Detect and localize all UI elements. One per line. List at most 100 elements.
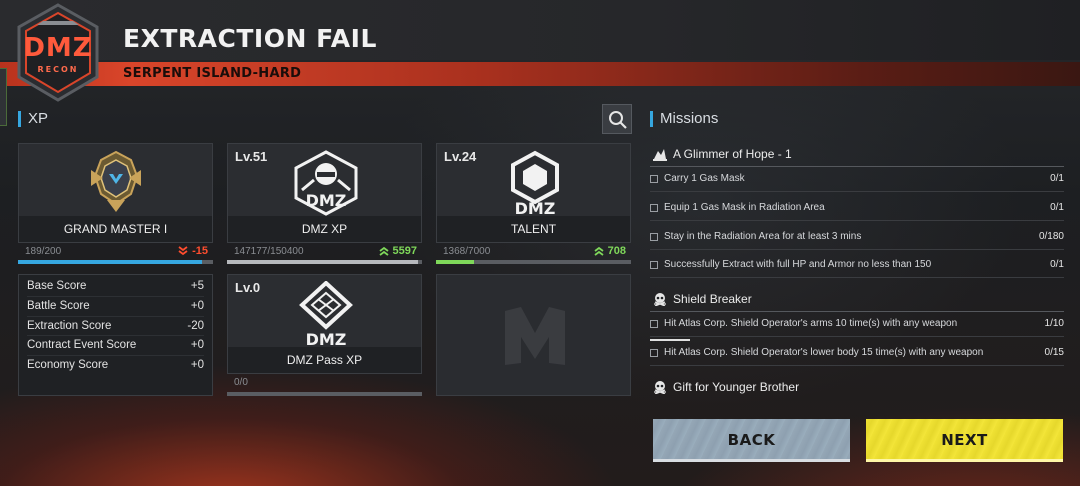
rank-card[interactable]: GRAND MASTER I — [18, 143, 213, 243]
xp-section-header: XP — [18, 110, 48, 127]
score-name: Extraction Score — [27, 319, 112, 332]
task-text: Equip 1 Gas Mask in Radiation Area — [664, 202, 825, 213]
dmz-xp-progress-fill — [227, 260, 419, 264]
mission-task-row: Stay in the Radiation Area for at least … — [650, 224, 1064, 250]
talent-delta: 708 — [593, 245, 626, 257]
mission-group-label: A Glimmer of Hope - 1 — [673, 147, 792, 161]
dmz-xp-progress-bar — [227, 260, 422, 264]
faded-m-logo-icon — [505, 307, 565, 365]
talent-level: Lv.24 — [444, 149, 477, 164]
rank-progress-row: 189/200 -15 — [25, 245, 208, 257]
score-row: Economy Score +0 — [27, 356, 204, 376]
talent-progress-fill — [436, 260, 475, 264]
dmz-xp-card[interactable]: Lv.51 DMZ DMZ XP — [227, 143, 422, 243]
dmz-recon-logo: DMZ RECON — [15, 3, 101, 103]
score-value: +5 — [190, 280, 204, 292]
task-count: 0/1 — [1050, 173, 1064, 184]
dmz-pass-progress-text: 0/0 — [234, 377, 248, 388]
task-checkbox — [650, 174, 658, 183]
score-value: +0 — [190, 299, 204, 312]
missions-section-label: Missions — [660, 110, 719, 127]
score-breakdown: Base Score +5 Battle Score +0 Extraction S… — [18, 274, 213, 396]
task-text: Stay in the Radiation Area for at least … — [664, 231, 862, 242]
talent-delta-value: 708 — [607, 245, 626, 257]
back-button[interactable]: BACK — [653, 419, 850, 462]
svg-text:DMZ: DMZ — [515, 199, 556, 216]
score-row: Battle Score +0 — [27, 297, 204, 317]
rank-label: GRAND MASTER I — [19, 216, 212, 242]
skull-emblem-icon — [654, 381, 666, 394]
mission-group-title[interactable]: Gift for Younger Brother — [652, 380, 799, 394]
dmz-pass-level: Lv.0 — [235, 280, 261, 295]
double-chevron-up-icon — [378, 246, 389, 256]
score-row: Base Score +5 — [27, 277, 204, 297]
dmz-pass-diamond-icon: DMZ — [296, 280, 356, 349]
mission-group-label: Shield Breaker — [673, 292, 752, 306]
skull-emblem-icon — [654, 293, 666, 306]
next-button[interactable]: NEXT — [866, 419, 1063, 462]
side-drawer-tab[interactable] — [0, 68, 7, 126]
search-button[interactable] — [602, 104, 632, 134]
score-name: Economy Score — [27, 359, 109, 372]
rank-progress-text: 189/200 — [25, 245, 62, 257]
task-checkbox — [650, 319, 658, 328]
empty-card-slot — [436, 274, 631, 396]
task-checkbox — [650, 348, 658, 357]
mission-task-row: Successfully Extract with full HP and Ar… — [650, 252, 1064, 278]
double-chevron-down-icon — [178, 246, 188, 256]
task-count: 0/15 — [1044, 347, 1064, 358]
grand-master-medal-icon — [81, 150, 151, 214]
talent-hexagon-icon: DMZ — [505, 150, 565, 218]
dmz-pass-progress-row: 0/0 — [234, 377, 417, 388]
dmz-xp-level: Lv.51 — [235, 149, 268, 164]
mission-task-row: Hit Atlas Corp. Shield Operator's arms 1… — [650, 311, 1064, 337]
task-checkbox — [650, 232, 658, 241]
task-text: Hit Atlas Corp. Shield Operator's arms 1… — [664, 318, 958, 329]
score-name: Contract Event Score — [27, 339, 137, 352]
svg-text:DMZ: DMZ — [306, 191, 347, 210]
section-accent-bar — [650, 110, 653, 127]
talent-card[interactable]: Lv.24 DMZ TALENT — [436, 143, 631, 243]
dmz-pass-label: DMZ Pass XP — [228, 347, 421, 373]
mission-group-title[interactable]: A Glimmer of Hope - 1 — [652, 147, 792, 161]
rank-progress-bar — [18, 260, 213, 264]
double-chevron-up-icon — [594, 246, 604, 256]
section-accent-bar — [18, 110, 21, 127]
dmz-xp-delta-value: 5597 — [392, 245, 417, 257]
search-icon — [609, 111, 627, 129]
task-checkbox — [650, 260, 658, 269]
task-count: 0/1 — [1050, 259, 1064, 270]
task-text: Successfully Extract with full HP and Ar… — [664, 259, 932, 270]
score-row: Contract Event Score +0 — [27, 336, 204, 357]
svg-text:DMZ: DMZ — [306, 330, 347, 347]
mission-emblem-icon — [653, 149, 667, 161]
dmz-xp-label: DMZ XP — [228, 216, 421, 242]
task-count: 0/1 — [1050, 202, 1064, 213]
task-text: Hit Atlas Corp. Shield Operator's lower … — [664, 347, 984, 358]
task-checkbox — [650, 203, 658, 212]
talent-progress-bar — [436, 260, 631, 264]
mission-task-row: Hit Atlas Corp. Shield Operator's lower … — [650, 340, 1064, 366]
rank-progress-fill — [18, 260, 203, 264]
dmz-xp-progress-row: 147177/150400 5597 — [234, 245, 417, 257]
score-row: Extraction Score -20 — [27, 317, 204, 337]
score-value: -20 — [187, 319, 204, 332]
map-subtitle: SERPENT ISLAND-HARD — [123, 66, 302, 81]
dmz-pass-card[interactable]: Lv.0 DMZ DMZ Pass XP — [227, 274, 422, 374]
rank-delta-value: -15 — [192, 245, 208, 257]
task-text: Carry 1 Gas Mask — [664, 173, 745, 184]
score-value: +0 — [190, 339, 204, 352]
dmz-pass-progress-bar — [227, 392, 422, 396]
talent-progress-row: 1368/7000 708 — [443, 245, 626, 257]
talent-progress-text: 1368/7000 — [443, 245, 491, 257]
score-name: Battle Score — [27, 299, 90, 312]
rank-delta: -15 — [177, 245, 208, 257]
dmz-xp-delta: 5597 — [378, 245, 417, 257]
mission-task-row: Equip 1 Gas Mask in Radiation Area 0/1 — [650, 195, 1064, 221]
logo-text: DMZ — [23, 33, 93, 63]
mission-group-title[interactable]: Shield Breaker — [652, 292, 752, 306]
dmz-xp-progress-text: 147177/150400 — [234, 245, 304, 257]
score-value: +0 — [190, 359, 204, 372]
mission-group-label: Gift for Younger Brother — [673, 380, 800, 394]
score-name: Base Score — [27, 280, 87, 292]
